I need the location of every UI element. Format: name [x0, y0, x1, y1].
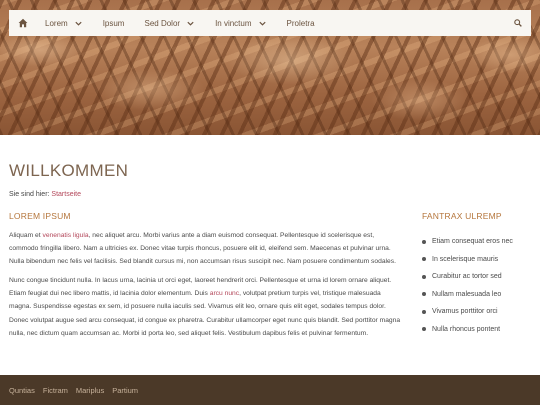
bullet-icon [422, 292, 426, 297]
list-item-label: Vivamus porttitor orci [432, 308, 498, 316]
inline-link-venenatis-ligula[interactable]: venenatis ligula [42, 232, 88, 239]
bullet-icon [422, 309, 426, 314]
section-heading: LOREM IPSUM [9, 211, 71, 221]
bullet-icon [422, 327, 426, 332]
list-item[interactable]: Curabitur ac tortor sed [422, 268, 537, 286]
chevron-down-icon [187, 21, 194, 26]
footer-link-quntias[interactable]: Quntias [9, 386, 35, 395]
home-button[interactable] [11, 10, 35, 36]
list-item[interactable]: Nulla rhoncus pontent [422, 321, 537, 339]
search-icon [514, 19, 522, 27]
sidebar-list: Etiam consequat eros nec In scelerisque … [422, 233, 537, 338]
list-item-label: In scelerisque mauris [432, 255, 499, 263]
sidebar-heading: FANTRAX ULREMP [422, 211, 502, 221]
nav-item-proletra[interactable]: Proletra [277, 10, 325, 36]
bullet-icon [422, 257, 426, 262]
nav-item-in-vinctum[interactable]: In vinctum [205, 10, 276, 36]
nav-item-lorem[interactable]: Lorem [35, 10, 93, 36]
footer-link-fictram[interactable]: Fictram [43, 386, 68, 395]
list-item-label: Etiam consequat eros nec [432, 238, 513, 246]
breadcrumb: Sie sind hier: Startseite [9, 191, 81, 198]
chevron-down-icon [75, 21, 82, 26]
breadcrumb-prefix: Sie sind hier: [9, 191, 50, 198]
main-navigation: Lorem Ipsum Sed Dolor In vinctum Proletr… [9, 10, 531, 36]
list-item[interactable]: Nullam malesuada leo [422, 286, 537, 304]
list-item[interactable]: In scelerisque mauris [422, 251, 537, 269]
footer: Quntias Fictram Mariplus Partium [0, 375, 540, 405]
nav-item-label: In vinctum [215, 18, 252, 28]
search-button[interactable] [505, 10, 531, 36]
home-icon [18, 18, 28, 28]
list-item[interactable]: Etiam consequat eros nec [422, 233, 537, 251]
footer-link-partium[interactable]: Partium [112, 386, 138, 395]
list-item[interactable]: Vivamus porttitor orci [422, 303, 537, 321]
page-title: WILLKOMMEN [9, 161, 129, 180]
paragraph-2: Nunc congue tincidunt nulla. In lacus ur… [9, 274, 401, 339]
nav-item-label: Ipsum [102, 18, 125, 28]
sidebar: FANTRAX ULREMP Etiam consequat eros nec … [422, 211, 537, 338]
paragraph-1: Aliquam et venenatis ligula, nec aliquet… [9, 229, 401, 268]
list-item-label: Nulla rhoncus pontent [432, 325, 501, 333]
bullet-icon [422, 239, 426, 244]
inline-link-arcu-nunc[interactable]: arcu nunc [210, 290, 239, 297]
chevron-down-icon [258, 21, 266, 26]
list-item-label: Curabitur ac tortor sed [432, 273, 502, 281]
list-item-label: Nullam malesuada leo [432, 290, 502, 298]
footer-link-mariplus[interactable]: Mariplus [76, 386, 104, 395]
nav-item-sed-dolor[interactable]: Sed Dolor [134, 10, 205, 36]
nav-item-label: Lorem [45, 18, 68, 28]
bullet-icon [422, 274, 426, 279]
nav-item-label: Proletra [286, 18, 315, 28]
paragraph-text: Aliquam et [9, 232, 43, 239]
nav-item-ipsum[interactable]: Ipsum [93, 10, 135, 36]
nav-item-label: Sed Dolor [144, 18, 181, 28]
main-content: LOREM IPSUM Aliquam et venenatis ligula,… [9, 211, 401, 346]
breadcrumb-link-startseite[interactable]: Startseite [51, 191, 81, 198]
